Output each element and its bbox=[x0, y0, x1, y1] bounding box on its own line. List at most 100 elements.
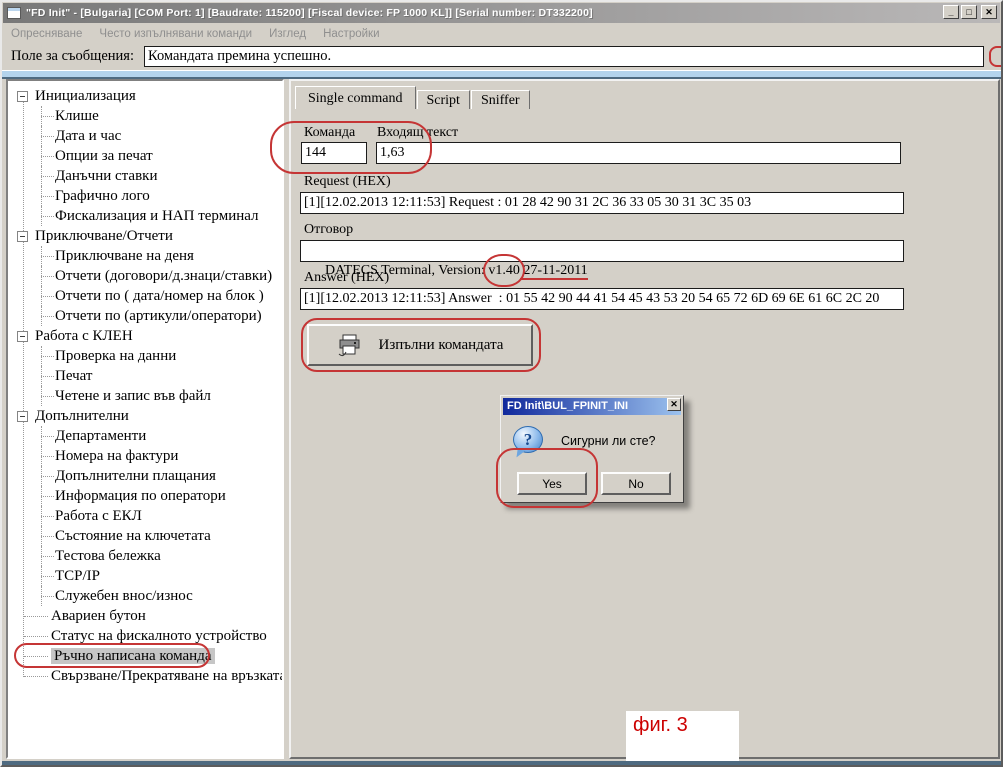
execute-command-label: Изпълни командата bbox=[379, 337, 504, 354]
response-date: 27-11-2011 bbox=[520, 263, 588, 280]
message-field[interactable]: Командата премина успешно. bbox=[144, 46, 984, 67]
response-field[interactable]: DATECS Terminal, Version: v1.40 27-11-20… bbox=[300, 240, 904, 262]
tree-item-20[interactable]: Допълнителни плащания bbox=[8, 466, 282, 486]
tree-item-10[interactable]: Отчети (договори/д.знаци/ставки) bbox=[8, 266, 282, 286]
printer-icon bbox=[337, 334, 363, 357]
minimize-button[interactable]: _ bbox=[943, 5, 959, 19]
tree-item-label: Инициализация bbox=[35, 88, 136, 104]
tree-item-label: Приключване/Отчети bbox=[35, 228, 173, 244]
tree-item-label: Информация по оператори bbox=[55, 488, 226, 504]
tree-item-23[interactable]: Състояние на ключетата bbox=[8, 526, 282, 546]
close-button[interactable]: ✕ bbox=[981, 5, 997, 19]
tree-item-4[interactable]: Опции за печат bbox=[8, 146, 282, 166]
tree-item-14[interactable]: Проверка на данни bbox=[8, 346, 282, 366]
tree-item-label: Клише bbox=[55, 108, 99, 124]
tree-item-label: Тестова бележка bbox=[55, 548, 161, 564]
tree-item-label: Четене и запис във файл bbox=[55, 388, 211, 404]
tree-item-label: Отчети по (артикули/оператори) bbox=[55, 308, 262, 324]
dialog-message: Сигурни ли сте? bbox=[561, 434, 655, 448]
window-title: "FD Init" - [Bulgaria] [COM Port: 1] [Ba… bbox=[26, 7, 593, 19]
answer-hex-field[interactable]: [1][12.02.2013 12:11:53] Answer : 01 55 … bbox=[300, 288, 904, 310]
tree-item-label: Състояние на ключетата bbox=[55, 528, 211, 544]
confirmation-dialog: FD Init\BUL_FPINIT_INI ✕ ? Сигурни ли ст… bbox=[500, 395, 684, 503]
tab-script[interactable]: Script bbox=[417, 90, 470, 109]
tree-item-22[interactable]: Работа с ЕКЛ bbox=[8, 506, 282, 526]
tree-item-label: Номера на фактури bbox=[55, 448, 178, 464]
tree-collapse-icon[interactable] bbox=[17, 231, 28, 242]
menu-settings[interactable]: Настройки bbox=[323, 28, 379, 40]
dialog-title-bar: FD Init\BUL_FPINIT_INI bbox=[503, 398, 681, 415]
tree-collapse-icon[interactable] bbox=[17, 91, 28, 102]
tree-collapse-icon[interactable] bbox=[17, 411, 28, 422]
tree-item-30[interactable]: Свързване/Прекратяване на връзката bbox=[8, 666, 282, 686]
tree-item-25[interactable]: TCP/IP bbox=[8, 566, 282, 586]
tree-item-label: Опции за печат bbox=[55, 148, 153, 164]
menu-view[interactable]: Изглед bbox=[269, 28, 306, 40]
tree-item-label: Фискализация и НАП терминал bbox=[55, 208, 259, 224]
yes-button[interactable]: Yes bbox=[517, 472, 587, 495]
tree-item-1[interactable]: Инициализация bbox=[8, 86, 282, 106]
tree-item-19[interactable]: Номера на фактури bbox=[8, 446, 282, 466]
tree-item-26[interactable]: Служебен внос/износ bbox=[8, 586, 282, 606]
tree-item-11[interactable]: Отчети по ( дата/номер на блок ) bbox=[8, 286, 282, 306]
tree-item-18[interactable]: Департаменти bbox=[8, 426, 282, 446]
tree-item-label: TCP/IP bbox=[55, 568, 100, 584]
tree-item-label: Данъчни ставки bbox=[55, 168, 157, 184]
application-window: "FD Init" - [Bulgaria] [COM Port: 1] [Ba… bbox=[0, 0, 1003, 767]
tree-item-label: Служебен внос/износ bbox=[55, 588, 193, 604]
tab-single-command[interactable]: Single command bbox=[295, 86, 416, 109]
tree-item-label: Отчети по ( дата/номер на блок ) bbox=[55, 288, 264, 304]
execute-command-button[interactable]: Изпълни командата bbox=[307, 324, 533, 366]
menu-refresh[interactable]: Опресняване bbox=[11, 28, 82, 40]
sidebar-tree: Инициализация Клише Дата и час Опции за печ… bbox=[6, 79, 284, 759]
dialog-close-button[interactable]: ✕ bbox=[667, 398, 681, 411]
tree-item-6[interactable]: Графично лого bbox=[8, 186, 282, 206]
maximize-button[interactable]: □ bbox=[961, 5, 977, 19]
figure-caption: фиг. 3 bbox=[633, 714, 688, 736]
tree-item-24[interactable]: Тестова бележка bbox=[8, 546, 282, 566]
request-hex-field[interactable]: [1][12.02.2013 12:11:53] Request : 01 28… bbox=[300, 192, 904, 214]
no-button[interactable]: No bbox=[601, 472, 671, 495]
tree-item-21[interactable]: Информация по оператори bbox=[8, 486, 282, 506]
tree-item-label: Графично лого bbox=[55, 188, 150, 204]
tab-sniffer[interactable]: Sniffer bbox=[471, 90, 530, 109]
window-bottom-edge bbox=[2, 761, 1001, 765]
dialog-title: FD Init\BUL_FPINIT_INI bbox=[507, 400, 628, 412]
tree-item-8[interactable]: Приключване/Отчети bbox=[8, 226, 282, 246]
tree-item-2[interactable]: Клише bbox=[8, 106, 282, 126]
tree-item-17[interactable]: Допълнителни bbox=[8, 406, 282, 426]
tree-item-label: Допълнителни плащания bbox=[55, 468, 216, 484]
tree-item-label: Авариен бутон bbox=[51, 608, 146, 624]
tree-item-label: Отчети (договори/д.знаци/ставки) bbox=[55, 268, 272, 284]
tree-item-16[interactable]: Четене и запис във файл bbox=[8, 386, 282, 406]
annotation-oval-clipped bbox=[989, 46, 1003, 67]
tree-item-label: Допълнителни bbox=[35, 408, 129, 424]
tree-item-28[interactable]: Статус на фискалното устройство bbox=[8, 626, 282, 646]
command-input[interactable]: 144 bbox=[301, 142, 367, 164]
input-text-input[interactable]: 1,63 bbox=[376, 142, 901, 164]
figure-caption-box: фиг. 3 bbox=[626, 711, 739, 767]
tree-item-label: Свързване/Прекратяване на връзката bbox=[51, 668, 284, 684]
answer-hex-label: Answer (HEX) bbox=[304, 270, 389, 286]
menu-bar: Опресняване Често изпълнявани команди Из… bbox=[3, 24, 1000, 43]
tree-item-27[interactable]: Авариен бутон bbox=[8, 606, 282, 626]
tree-item-3[interactable]: Дата и час bbox=[8, 126, 282, 146]
tree-item-label: Ръчно написана команда bbox=[51, 648, 215, 664]
tab-strip: Single command Script Sniffer bbox=[295, 85, 531, 109]
input-text-label: Входящ текст bbox=[377, 125, 458, 141]
message-bar: Поле за съобщения: Командата премина усп… bbox=[3, 43, 1000, 70]
tree-item-13[interactable]: Работа с КЛЕН bbox=[8, 326, 282, 346]
tree-item-29[interactable]: Ръчно написана команда bbox=[8, 646, 282, 666]
tree-item-label: Департаменти bbox=[55, 428, 146, 444]
tree-item-9[interactable]: Приключване на деня bbox=[8, 246, 282, 266]
tree-item-label: Дата и час bbox=[55, 128, 121, 144]
separator-line bbox=[2, 70, 1001, 79]
tree-item-5[interactable]: Данъчни ставки bbox=[8, 166, 282, 186]
menu-frequent-commands[interactable]: Често изпълнявани команди bbox=[99, 28, 252, 40]
tree-item-7[interactable]: Фискализация и НАП терминал bbox=[8, 206, 282, 226]
tree-item-12[interactable]: Отчети по (артикули/оператори) bbox=[8, 306, 282, 326]
tree-item-label: Работа с ЕКЛ bbox=[55, 508, 142, 524]
tree-item-15[interactable]: Печат bbox=[8, 366, 282, 386]
request-hex-label: Request (HEX) bbox=[304, 174, 391, 190]
tree-collapse-icon[interactable] bbox=[17, 331, 28, 342]
